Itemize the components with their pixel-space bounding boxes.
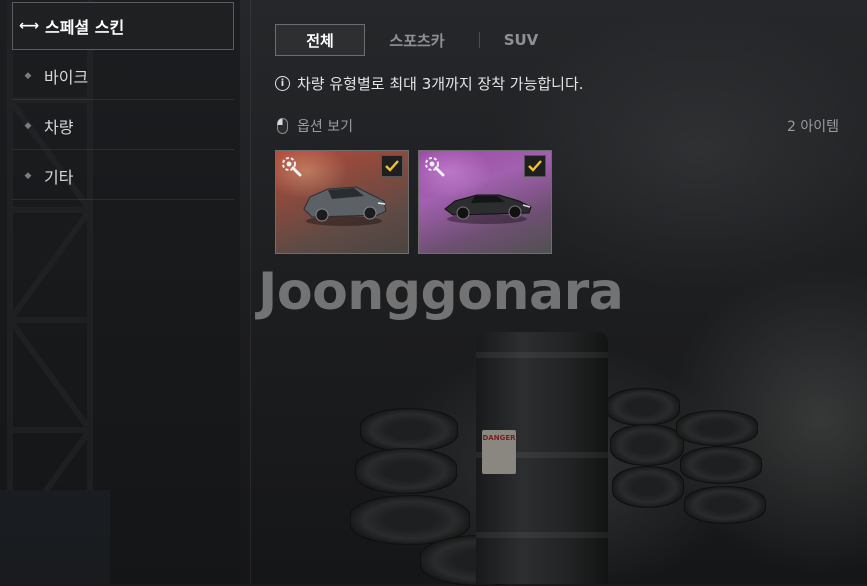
sidebar-item-vehicle[interactable]: ◆ 차량 [12,102,234,150]
view-options[interactable]: 옵션 보기 [277,115,353,137]
equipped-checkbox[interactable] [381,155,403,177]
category-tabs: 전체 스포츠카 SUV [275,24,544,56]
expand-arrows-icon: ⟷ [18,18,40,34]
equip-limit-notice: i 차량 유형별로 최대 3개까지 장착 가능합니다. [275,72,584,94]
watermark-logo: Joonggonara [258,262,624,322]
tire-stack [612,466,684,508]
check-icon [528,160,542,172]
bullet-icon: ◆ [24,170,32,181]
view-options-label: 옵션 보기 [297,119,353,135]
tire-stack [676,410,758,446]
panel-divider [250,0,251,584]
tire-stack [360,408,458,452]
tire-stack [355,448,457,494]
suv-car-icon [303,186,387,226]
notice-text: 차량 유형별로 최대 3개까지 장착 가능합니다. [297,74,584,93]
tab-suv[interactable]: SUV [498,24,544,56]
sidebar-item-label: 바이크 [44,67,89,87]
bullet-icon: ◆ [24,120,32,131]
sportscar-icon [444,194,532,224]
tire-stack [610,424,684,466]
tire-stack [680,446,762,484]
tab-separator [479,32,480,48]
tire-stack [684,486,766,524]
info-icon: i [275,75,290,91]
check-icon [385,160,399,172]
sidebar-item-label: 기타 [44,167,74,187]
sidebar-item-special-skin[interactable]: ⟷ 스페셜 스킨 [12,2,234,50]
danger-label: DANGER [482,430,516,474]
mouse-icon [277,118,288,134]
tab-all[interactable]: 전체 [275,24,365,56]
sidebar-item-label: 스페셜 스킨 [45,18,125,37]
tire-stack [606,388,680,426]
equipped-checkbox[interactable] [524,155,546,177]
oil-barrel: DANGER [476,332,608,584]
sidebar-item-other[interactable]: ◆ 기타 [12,152,234,200]
sidebar: ⟷ 스페셜 스킨 ◆ 바이크 ◆ 차량 ◆ 기타 [0,0,240,584]
tab-sportscar[interactable]: 스포츠카 [365,24,469,56]
skin-card-sportscar[interactable] [418,150,552,254]
skin-card-suv[interactable] [275,150,409,254]
item-count: 2 아이템 [787,119,839,135]
sidebar-item-label: 차량 [44,117,74,137]
bullet-icon: ◆ [24,70,32,81]
sidebar-item-bike[interactable]: ◆ 바이크 [12,52,234,100]
